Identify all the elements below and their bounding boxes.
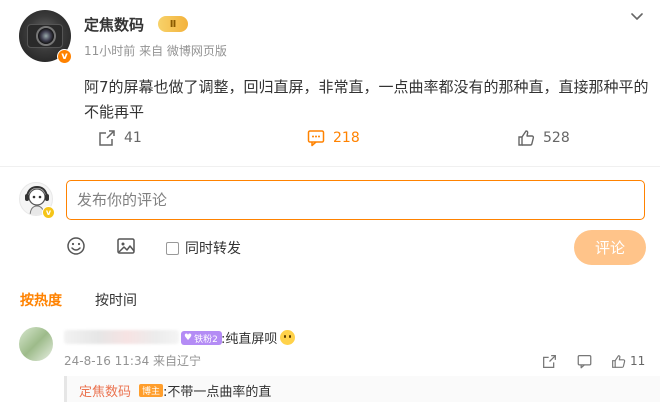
repost-label: 同时转发	[185, 241, 241, 257]
tab-sort-by-time[interactable]: 按时间	[95, 290, 137, 310]
author-name[interactable]: 定焦数码	[84, 14, 144, 35]
comment-icon	[577, 354, 592, 368]
post-header: v 定焦数码 Ⅱ 11小时前 来自 微博网页版	[0, 0, 660, 70]
comment-button[interactable]: 218	[307, 124, 360, 152]
chevron-down-icon[interactable]	[629, 8, 645, 24]
repost-count: 41	[124, 130, 142, 146]
comment-like-button[interactable]: 11	[611, 352, 645, 370]
tab-sort-by-hot[interactable]: 按热度	[20, 290, 62, 310]
thumbs-up-icon	[518, 130, 535, 146]
fan-badge-label: 铁粉2	[194, 334, 218, 345]
comment-count: 218	[333, 130, 360, 146]
fan-badge: ♥ 铁粉2	[181, 331, 222, 345]
reply-block: 定焦数码 博主 :不带一点曲率的直	[64, 376, 660, 402]
thumbs-up-icon	[612, 354, 626, 368]
sort-tabs: 按热度 按时间	[0, 290, 660, 314]
comment-meta: 24-8-16 11:34 来自辽宁	[64, 354, 202, 368]
image-icon[interactable]	[116, 236, 136, 256]
user-badge-icon: v	[42, 206, 55, 219]
host-badge: 博主	[139, 384, 164, 397]
reply-author[interactable]: 定焦数码	[79, 381, 131, 400]
submit-comment-button[interactable]: 评论	[574, 230, 646, 265]
post-meta: 11小时前 来自 微博网页版	[84, 44, 227, 58]
repost-icon	[99, 130, 115, 146]
like-count: 528	[543, 130, 570, 146]
comment-body: :纯直屏呗	[221, 328, 296, 347]
fan-badge-heart-icon: ♥	[184, 333, 193, 343]
level-badge: Ⅱ	[158, 16, 188, 32]
repost-checkbox[interactable]	[166, 241, 179, 255]
comment-like-count: 11	[630, 354, 646, 368]
camera-lens-icon	[36, 26, 56, 46]
like-button[interactable]: 528	[517, 124, 570, 152]
reply-text: :不带一点曲率的直	[163, 385, 272, 400]
grin-emoji-icon	[280, 330, 296, 345]
commenter-avatar[interactable]	[19, 327, 53, 361]
comment-text: :纯直屏呗	[221, 332, 278, 347]
comment-icon	[307, 130, 325, 147]
commenter-name-blurred	[64, 330, 179, 344]
post-actions: 41 218 528	[0, 124, 660, 152]
repost-button[interactable]: 41	[98, 124, 142, 152]
comment-repost-button[interactable]	[542, 352, 557, 370]
emoji-icon[interactable]	[66, 236, 86, 256]
repost-checkbox-row[interactable]: 同时转发	[166, 238, 241, 258]
post-text: 阿7的屏幕也做了调整，回归直屏，非常直，一点曲率都没有的那种直，直接那种平的不能…	[84, 78, 649, 121]
comment-reply-button[interactable]	[577, 352, 592, 370]
comment-input[interactable]	[66, 180, 645, 220]
repost-icon	[543, 354, 556, 368]
verified-badge-icon: v	[57, 49, 72, 64]
divider	[0, 166, 660, 167]
